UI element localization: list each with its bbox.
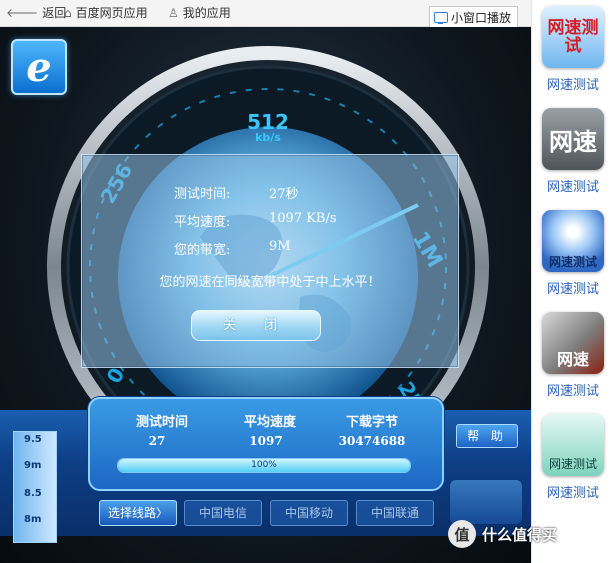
dialog-row-bandwidth: 您的带宽: 9M bbox=[174, 239, 291, 258]
sidebar-item-label: 网速测试 bbox=[546, 486, 599, 501]
close-button[interactable]: 关 闭 bbox=[191, 310, 321, 341]
watermark-badge: 值 bbox=[448, 520, 476, 548]
stats-header: 下载字节 bbox=[345, 415, 398, 430]
ruler-tick: 9m bbox=[24, 460, 42, 471]
isp-telecom-button[interactable]: 中国电信 bbox=[184, 500, 262, 526]
lightning-icon: 网速 bbox=[542, 312, 604, 374]
isp-mobile-button[interactable]: 中国移动 bbox=[270, 500, 348, 526]
sidebar-item-label: 网速测试 bbox=[546, 78, 599, 93]
progress-text: 100% bbox=[251, 460, 277, 470]
dialog-value: 9M bbox=[269, 239, 291, 254]
user-icon: ♙ bbox=[168, 5, 179, 20]
back-link[interactable]: 🡐 返回 bbox=[6, 4, 66, 21]
baidu-apps-label: 百度网页应用 bbox=[75, 6, 148, 20]
isp-unicom-button[interactable]: 中国联通 bbox=[356, 500, 434, 526]
stats-value: 27 bbox=[148, 434, 166, 448]
dialog-message: 您的网速在同级宽带中处于中上水平！ bbox=[159, 275, 381, 290]
signal-waves-icon: 网速测试 bbox=[542, 210, 604, 272]
progress-bar: 100% bbox=[117, 458, 411, 473]
stats-value: 30474688 bbox=[338, 434, 406, 448]
my-apps-label: 我的应用 bbox=[182, 6, 231, 20]
result-dialog: 测试时间: 27秒 平均速度: 1097 KB/s 您的带宽: 9M 您的网速在… bbox=[81, 154, 459, 368]
sidebar-item-label: 网速测试 bbox=[546, 180, 599, 195]
dialog-value: 27秒 bbox=[269, 187, 299, 202]
speed-value: 512 bbox=[247, 110, 289, 134]
my-apps-link[interactable]: ♙ 我的应用 bbox=[168, 4, 231, 21]
baidu-apps-link[interactable]: ⌂ 百度网页应用 bbox=[64, 4, 148, 21]
arrow-left-icon: 🡐 bbox=[6, 6, 39, 20]
watermark-text: 什么值得买 bbox=[482, 525, 558, 544]
stats-panel: 测试时间 平均速度 下载字节 27 1097 30474688 100% bbox=[88, 397, 444, 491]
small-window-button[interactable]: 小窗口播放 bbox=[429, 6, 519, 27]
sidebar-item-label: 网速测试 bbox=[546, 282, 599, 297]
stats-header: 测试时间 bbox=[135, 415, 188, 430]
sidebar-item-label: 网速测试 bbox=[546, 384, 599, 399]
gauge-dial-icon: 网速 bbox=[542, 108, 604, 170]
dialog-label: 测试时间: bbox=[174, 187, 231, 202]
select-line-button[interactable]: 选择线路〉 bbox=[99, 500, 177, 526]
ruler-tick: 9.5 bbox=[24, 434, 42, 445]
home-icon: ⌂ bbox=[64, 5, 72, 20]
dialog-row-test-time: 测试时间: 27秒 bbox=[174, 183, 299, 202]
tv-icon bbox=[434, 11, 448, 24]
ruler-gauge: 9.5 9m 8.5 8m bbox=[13, 431, 57, 543]
ruler-tick: 8m bbox=[24, 514, 42, 525]
small-window-label: 小窗口播放 bbox=[451, 10, 512, 25]
stopwatch-icon: 网速测试 bbox=[542, 414, 604, 476]
watermark: 值 什么值得买 bbox=[448, 520, 557, 548]
ruler-tick: 8.5 bbox=[24, 488, 42, 499]
speed-unit: kb/s bbox=[255, 131, 281, 144]
stats-value: 1097 bbox=[249, 434, 283, 448]
back-label: 返回 bbox=[42, 6, 67, 20]
dialog-value: 1097 KB/s bbox=[269, 211, 337, 226]
stats-header: 平均速度 bbox=[243, 415, 296, 430]
dialog-label: 平均速度: bbox=[174, 215, 231, 230]
speedtest-text-icon: 网速测试 bbox=[542, 6, 604, 68]
stop-button[interactable] bbox=[450, 480, 522, 524]
app-sidebar: 网速测试 网速测试 网速 网速测试 网速测试 网速测试 网速 网速测试 网速测试… bbox=[531, 0, 613, 563]
speed-readout: 512 kb/s bbox=[228, 112, 308, 144]
dialog-label: 您的带宽: bbox=[174, 243, 231, 258]
help-button[interactable]: 帮 助 bbox=[456, 424, 518, 448]
dialog-row-avg-speed: 平均速度: 1097 KB/s bbox=[174, 211, 337, 230]
